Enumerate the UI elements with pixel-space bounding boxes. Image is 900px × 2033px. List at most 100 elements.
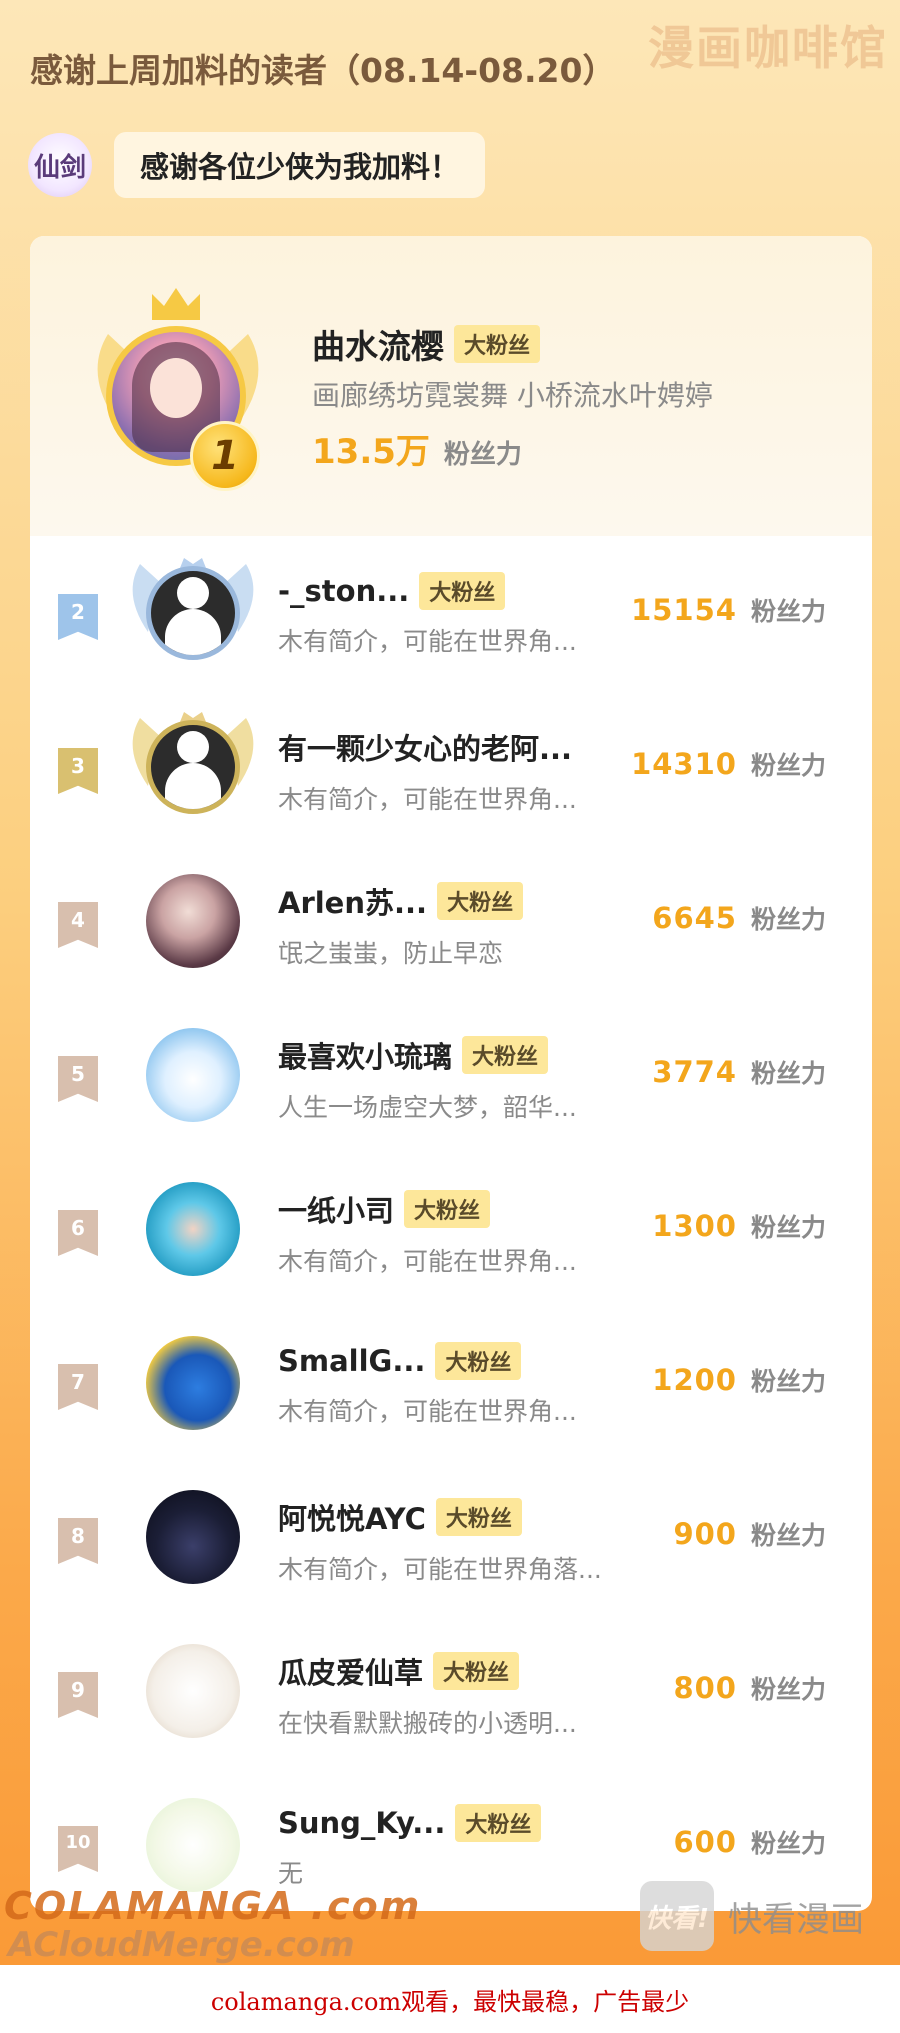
ranking-card: 1 曲水流樱 大粉丝 画廊绣坊霓裳舞 小桥流水叶娉婷 13.5万 粉丝力 2 -… [30, 236, 872, 1911]
avatar[interactable] [146, 1028, 240, 1122]
user-name[interactable]: 最喜欢小琉璃 [278, 1034, 452, 1076]
avatar[interactable] [146, 720, 240, 814]
cafe-watermark: 漫画咖啡馆 [648, 21, 888, 75]
rank-badge: 10 [58, 1826, 98, 1872]
user-info: 阿悦悦AYC 大粉丝 木有简介，可能在世界角落... [278, 1496, 678, 1586]
fan-tag: 大粉丝 [437, 882, 524, 920]
user-score: 1200 粉丝力 [652, 1362, 826, 1398]
user-info: -_ston... 大粉丝 木有简介，可能在世界角... [278, 572, 638, 658]
user-info: 最喜欢小琉璃 大粉丝 人生一场虚空大梦，韶华... [278, 1034, 638, 1124]
kuaikan-watermark: 快看! 快看漫画 [640, 1880, 864, 1952]
list-item-rank-7[interactable]: 7 SmallG... 大粉丝 木有简介，可能在世界角... 1200 粉丝力 [30, 1306, 872, 1456]
champion-section[interactable]: 1 曲水流樱 大粉丝 画廊绣坊霓裳舞 小桥流水叶娉婷 13.5万 粉丝力 [30, 236, 872, 536]
user-desc: 木有简介，可能在世界角... [278, 1397, 577, 1426]
user-info: SmallG... 大粉丝 木有简介，可能在世界角... [278, 1342, 638, 1428]
score-unit: 粉丝力 [750, 905, 826, 934]
user-info: 一纸小司 大粉丝 木有简介，可能在世界角... [278, 1188, 638, 1278]
champion-desc: 画廊绣坊霓裳舞 小桥流水叶娉婷 [312, 379, 713, 412]
user-score: 15154 粉丝力 [631, 592, 826, 628]
score-unit: 粉丝力 [750, 1675, 826, 1704]
fan-tag: 大粉丝 [455, 1804, 542, 1842]
score-unit: 粉丝力 [750, 1521, 826, 1550]
user-score: 600 粉丝力 [673, 1824, 826, 1860]
user-desc: 氓之蚩蚩，防止早恋 [278, 939, 504, 968]
fan-tag: 大粉丝 [435, 1342, 522, 1380]
rank-badge: 5 [58, 1056, 98, 1102]
user-desc: 人生一场虚空大梦，韶华... [278, 1093, 577, 1122]
score-value: 1300 [652, 1209, 737, 1243]
user-name[interactable]: Sung_Ky... [278, 1806, 445, 1840]
avatar[interactable] [146, 874, 240, 968]
user-name[interactable]: -_ston... [278, 574, 409, 608]
user-name[interactable]: SmallG... [278, 1344, 425, 1378]
champion-name[interactable]: 曲水流樱 [312, 320, 444, 368]
rank-1-badge: 1 [190, 421, 260, 491]
user-score: 800 粉丝力 [673, 1670, 826, 1706]
rank-badge: 3 [58, 748, 98, 794]
fan-tag: 大粉丝 [462, 1036, 549, 1074]
rank-badge: 6 [58, 1210, 98, 1256]
list-item-rank-8[interactable]: 8 阿悦悦AYC 大粉丝 木有简介，可能在世界角落... 900 粉丝力 [30, 1460, 872, 1610]
user-desc: 木有简介，可能在世界角落... [278, 1555, 602, 1584]
score-value: 800 [673, 1671, 737, 1705]
user-score: 900 粉丝力 [673, 1516, 826, 1552]
avatar[interactable] [146, 1336, 240, 1430]
list-item-rank-6[interactable]: 6 一纸小司 大粉丝 木有简介，可能在世界角... 1300 粉丝力 [30, 1152, 872, 1302]
score-unit: 粉丝力 [750, 1829, 826, 1858]
score-unit: 粉丝力 [443, 440, 522, 470]
user-info: Sung_Ky... 大粉丝 无 [278, 1804, 638, 1890]
fan-tag: 大粉丝 [419, 572, 506, 610]
score-unit: 粉丝力 [750, 597, 826, 626]
avatar[interactable] [146, 566, 240, 660]
list-item-rank-9[interactable]: 9 瓜皮爱仙草 大粉丝 在快看默默搬砖的小透明... 800 粉丝力 [30, 1614, 872, 1764]
page-title: 感谢上周加料的读者（08.14-08.20） [30, 51, 616, 90]
champion-name-line: 曲水流樱 大粉丝 [312, 320, 541, 368]
avatar[interactable] [146, 1182, 240, 1276]
champion-score: 13.5万 粉丝力 [312, 424, 522, 473]
list-item-rank-3[interactable]: 3 有一颗少女心的老阿... 木有简介，可能在世界角... 14310 粉丝力 [30, 690, 872, 840]
score-value: 3774 [652, 1055, 737, 1089]
avatar[interactable] [146, 1798, 240, 1892]
score-value: 6645 [652, 901, 737, 935]
score-value: 14310 [631, 747, 737, 781]
ranking-poster: 漫画咖啡馆 感谢上周加料的读者（08.14-08.20） 仙剑 感谢各位少侠为我… [0, 0, 900, 1965]
crown-icon [152, 288, 200, 320]
kuaikan-text: 快看漫画 [728, 1899, 864, 1940]
score-value: 600 [673, 1825, 737, 1859]
avatar[interactable] [146, 1490, 240, 1584]
user-desc: 在快看默默搬砖的小透明... [278, 1709, 577, 1738]
user-info: 瓜皮爱仙草 大粉丝 在快看默默搬砖的小透明... [278, 1650, 678, 1740]
score-unit: 粉丝力 [750, 751, 826, 780]
thanks-row: 仙剑 感谢各位少侠为我加料！ [28, 130, 486, 200]
user-name[interactable]: 一纸小司 [278, 1188, 394, 1230]
user-desc: 木有简介，可能在世界角... [278, 785, 577, 814]
list-item-rank-5[interactable]: 5 最喜欢小琉璃 大粉丝 人生一场虚空大梦，韶华... 3774 粉丝力 [30, 998, 872, 1148]
user-score: 14310 粉丝力 [631, 746, 826, 782]
footer-ad[interactable]: colamanga.com观看，最快最稳，广告最少 [0, 1965, 900, 2033]
game-logo: 仙剑 [28, 133, 92, 197]
user-name[interactable]: 阿悦悦AYC [278, 1496, 426, 1538]
user-name[interactable]: 瓜皮爱仙草 [278, 1650, 423, 1692]
avatar[interactable] [146, 1644, 240, 1738]
score-value: 1200 [652, 1363, 737, 1397]
score-unit: 粉丝力 [750, 1367, 826, 1396]
thanks-bubble: 感谢各位少侠为我加料！ [114, 132, 486, 198]
kuaikan-logo: 快看! [640, 1881, 714, 1951]
list-item-rank-2[interactable]: 2 -_ston... 大粉丝 木有简介，可能在世界角... 15154 粉丝力 [30, 536, 872, 686]
user-name[interactable]: Arlen苏... [278, 880, 427, 922]
user-desc: 木有简介，可能在世界角... [278, 1247, 577, 1276]
rank-badge: 4 [58, 902, 98, 948]
user-name[interactable]: 有一颗少女心的老阿... [278, 726, 572, 768]
list-item-rank-4[interactable]: 4 Arlen苏... 大粉丝 氓之蚩蚩，防止早恋 6645 粉丝力 [30, 844, 872, 994]
score-unit: 粉丝力 [750, 1213, 826, 1242]
fan-tag: 大粉丝 [435, 1498, 522, 1536]
score-value: 900 [673, 1517, 737, 1551]
score-value: 15154 [631, 593, 737, 627]
rank-badge: 2 [58, 594, 98, 640]
rank-badge: 8 [58, 1518, 98, 1564]
score-unit: 粉丝力 [750, 1059, 826, 1088]
user-desc: 木有简介，可能在世界角... [278, 627, 577, 656]
fan-tag: 大粉丝 [404, 1190, 491, 1228]
user-score: 1300 粉丝力 [652, 1208, 826, 1244]
user-score: 3774 粉丝力 [652, 1054, 826, 1090]
